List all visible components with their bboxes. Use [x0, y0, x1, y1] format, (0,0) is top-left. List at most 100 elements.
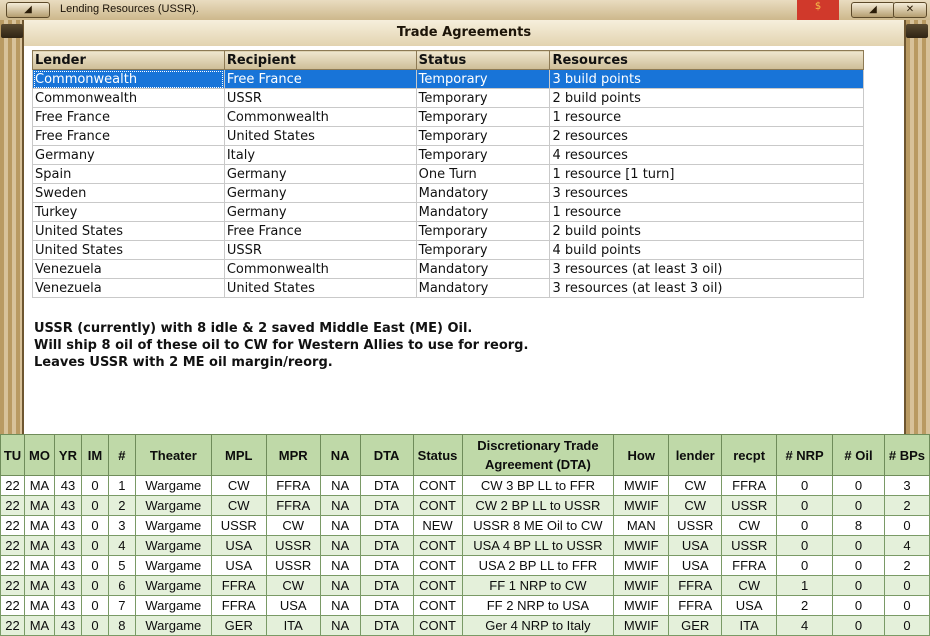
sheet-cell[interactable]: ITA: [721, 615, 778, 636]
sheet-cell[interactable]: 0: [80, 555, 109, 576]
sheet-cell[interactable]: Wargame: [134, 515, 212, 536]
sheet-cell[interactable]: 0: [80, 575, 109, 596]
sheet-cell[interactable]: USSR: [265, 555, 321, 576]
sheet-cell[interactable]: 0: [80, 495, 109, 516]
sheet-cell[interactable]: 22: [0, 555, 25, 576]
trade-row[interactable]: United States USSR Temporary 4 build points: [32, 240, 864, 260]
trade-row[interactable]: Venezuela Commonwealth Mandatory 3 resource…: [32, 259, 864, 279]
sheet-cell[interactable]: 0: [883, 615, 930, 636]
sheet-cell[interactable]: USA: [721, 595, 778, 616]
trade-row[interactable]: Sweden Germany Mandatory 3 resources: [32, 183, 864, 203]
sheet-cell[interactable]: 4: [107, 535, 136, 556]
sheet-cell[interactable]: DTA: [359, 475, 414, 496]
sheet-cell[interactable]: MWIF: [613, 495, 670, 516]
sheet-cell[interactable]: CW: [668, 495, 723, 516]
sheet-cell[interactable]: 22: [0, 595, 25, 616]
sheet-cell[interactable]: 22: [0, 575, 25, 596]
sheet-cell[interactable]: MWIF: [613, 555, 670, 576]
sheet-cell[interactable]: FF 1 NRP to CW: [461, 575, 615, 596]
sheet-cell[interactable]: 0: [776, 535, 834, 556]
sheet-cell[interactable]: 4: [883, 535, 930, 556]
sheet-cell[interactable]: Wargame: [134, 575, 212, 596]
sheet-cell[interactable]: USA: [668, 535, 723, 556]
sheet-cell[interactable]: NA: [319, 595, 361, 616]
sheet-cell[interactable]: CONT: [412, 595, 463, 616]
maximize-button[interactable]: ◢: [851, 2, 895, 18]
sheet-cell[interactable]: CONT: [412, 555, 463, 576]
sheet-cell[interactable]: MA: [23, 615, 55, 636]
sheet-cell[interactable]: 0: [776, 515, 834, 536]
sheet-cell[interactable]: 3: [883, 475, 930, 496]
sheet-cell[interactable]: 22: [0, 515, 25, 536]
sheet-cell[interactable]: USA: [210, 535, 267, 556]
sheet-cell[interactable]: CONT: [412, 615, 463, 636]
sheet-cell[interactable]: CW 3 BP LL to FFR: [461, 475, 615, 496]
sheet-cell[interactable]: NEW: [412, 515, 463, 536]
sheet-cell[interactable]: 4: [776, 615, 834, 636]
sheet-cell[interactable]: 22: [0, 495, 25, 516]
sheet-cell[interactable]: USSR: [721, 535, 778, 556]
sheet-cell[interactable]: CW: [210, 475, 267, 496]
sheet-cell[interactable]: Wargame: [134, 555, 212, 576]
sheet-cell[interactable]: FFRA: [265, 475, 321, 496]
sheet-cell[interactable]: 22: [0, 535, 25, 556]
trade-row[interactable]: Turkey Germany Mandatory 1 resource: [32, 202, 864, 222]
sheet-cell[interactable]: 0: [832, 495, 885, 516]
sheet-cell[interactable]: CW: [210, 495, 267, 516]
sheet-cell[interactable]: MWIF: [613, 535, 670, 556]
sheet-cell[interactable]: FFRA: [265, 495, 321, 516]
sheet-cell[interactable]: FFRA: [668, 575, 723, 596]
sheet-cell[interactable]: USA: [210, 555, 267, 576]
sheet-cell[interactable]: GER: [668, 615, 723, 636]
sheet-cell[interactable]: 0: [80, 475, 109, 496]
sheet-cell[interactable]: USSR: [210, 515, 267, 536]
sheet-cell[interactable]: USA 2 BP LL to FFR: [461, 555, 615, 576]
sheet-cell[interactable]: CONT: [412, 535, 463, 556]
sheet-cell[interactable]: CONT: [412, 475, 463, 496]
sheet-cell[interactable]: MA: [23, 515, 55, 536]
sheet-cell[interactable]: 22: [0, 615, 25, 636]
sheet-cell[interactable]: 43: [53, 535, 82, 556]
sheet-cell[interactable]: CW: [721, 515, 778, 536]
sheet-cell[interactable]: USSR: [265, 535, 321, 556]
trade-row[interactable]: Venezuela United States Mandatory 3 resourc…: [32, 278, 864, 298]
sheet-cell[interactable]: 0: [832, 595, 885, 616]
sheet-cell[interactable]: 0: [776, 475, 834, 496]
minimize-button[interactable]: ◢: [6, 2, 50, 18]
sheet-cell[interactable]: 43: [53, 495, 82, 516]
sheet-cell[interactable]: FF 2 NRP to USA: [461, 595, 615, 616]
trade-row[interactable]: Free France United States Temporary 2 resou…: [32, 126, 864, 146]
sheet-cell[interactable]: 7: [107, 595, 136, 616]
trade-row[interactable]: Germany Italy Temporary 4 resources: [32, 145, 864, 165]
sheet-cell[interactable]: NA: [319, 535, 361, 556]
sheet-cell[interactable]: 0: [80, 615, 109, 636]
sheet-cell[interactable]: 8: [832, 515, 885, 536]
sheet-cell[interactable]: CW: [265, 515, 321, 536]
sheet-cell[interactable]: CW: [265, 575, 321, 596]
sheet-cell[interactable]: 43: [53, 615, 82, 636]
sheet-cell[interactable]: MWIF: [613, 595, 670, 616]
sheet-cell[interactable]: CW 2 BP LL to USSR: [461, 495, 615, 516]
sheet-cell[interactable]: DTA: [359, 575, 414, 596]
sheet-cell[interactable]: DTA: [359, 615, 414, 636]
sheet-cell[interactable]: FFRA: [210, 575, 267, 596]
sheet-cell[interactable]: NA: [319, 475, 361, 496]
sheet-cell[interactable]: 2: [776, 595, 834, 616]
trade-col-header[interactable]: Recipient: [223, 50, 417, 70]
sheet-cell[interactable]: 43: [53, 575, 82, 596]
sheet-cell[interactable]: MAN: [613, 515, 670, 536]
sheet-cell[interactable]: Wargame: [134, 495, 212, 516]
sheet-cell[interactable]: NA: [319, 515, 361, 536]
sheet-cell[interactable]: 0: [832, 615, 885, 636]
sheet-cell[interactable]: MA: [23, 595, 55, 616]
trade-row[interactable]: Spain Germany One Turn 1 resource [1 turn]: [32, 164, 864, 184]
sheet-cell[interactable]: USA: [265, 595, 321, 616]
close-button[interactable]: ✕: [893, 2, 927, 18]
sheet-cell[interactable]: DTA: [359, 495, 414, 516]
sheet-cell[interactable]: 0: [832, 555, 885, 576]
sheet-cell[interactable]: MA: [23, 475, 55, 496]
sheet-cell[interactable]: GER: [210, 615, 267, 636]
sheet-cell[interactable]: 0: [80, 515, 109, 536]
trade-col-header[interactable]: Lender: [32, 50, 225, 70]
sheet-cell[interactable]: 0: [80, 535, 109, 556]
